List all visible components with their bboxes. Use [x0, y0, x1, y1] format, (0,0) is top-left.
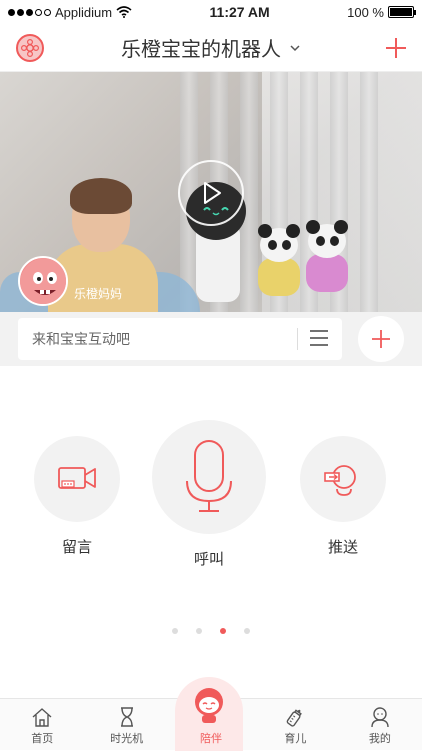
chevron-down-icon	[289, 42, 301, 54]
input-divider	[297, 328, 298, 350]
status-time: 11:27 AM	[210, 4, 270, 20]
tab-companion-label: 陪伴	[200, 730, 222, 746]
play-button[interactable]	[178, 160, 244, 226]
page-title: 乐橙宝宝的机器人	[121, 33, 281, 62]
menu-icon[interactable]	[310, 330, 328, 346]
tab-profile[interactable]: 我的	[338, 699, 422, 750]
battery-percent: 100 %	[347, 5, 384, 20]
page-dot[interactable]	[220, 628, 226, 634]
push-label: 推送	[300, 536, 386, 557]
tab-parenting-label: 育儿	[284, 730, 306, 746]
tab-bar: 首页 时光机 陪伴 育儿	[0, 698, 422, 750]
call-button[interactable]: 呼叫	[152, 420, 266, 569]
carrier-name: Applidium	[55, 5, 112, 20]
plus-icon[interactable]	[384, 36, 408, 60]
page-indicator	[0, 628, 422, 634]
page-dot[interactable]	[244, 628, 250, 634]
plus-icon	[370, 328, 392, 350]
status-left: Applidium	[8, 5, 132, 20]
robot-selector[interactable]: 乐橙宝宝的机器人	[121, 33, 301, 62]
curtain	[360, 72, 378, 312]
profile-icon	[369, 706, 391, 728]
tab-companion[interactable]: 陪伴	[169, 699, 253, 750]
page-dot[interactable]	[172, 628, 178, 634]
page-dot[interactable]	[196, 628, 202, 634]
leave-message-circle[interactable]	[34, 436, 120, 522]
push-circle[interactable]	[300, 436, 386, 522]
tab-home[interactable]: 首页	[0, 699, 84, 750]
message-input[interactable]	[32, 331, 282, 347]
battery-level-fill	[390, 8, 412, 16]
add-button[interactable]	[358, 316, 404, 362]
video-message-icon	[57, 464, 97, 494]
panda-toy	[254, 228, 304, 298]
message-input-container	[18, 318, 342, 360]
status-right: 100 %	[347, 5, 414, 20]
owner-name: 乐橙妈妈	[74, 285, 122, 302]
push-button[interactable]: 推送	[300, 436, 386, 557]
tab-profile-label: 我的	[369, 730, 391, 746]
message-bar	[0, 312, 422, 366]
panda-toy	[302, 224, 352, 294]
status-bar: Applidium 11:27 AM 100 %	[0, 0, 422, 24]
action-buttons: 留言 呼叫 推送	[0, 420, 422, 580]
nav-bar: 乐橙宝宝的机器人	[0, 24, 422, 72]
owner-info[interactable]: 乐橙妈妈	[18, 256, 122, 306]
signal-strength-icon	[8, 9, 51, 16]
leave-message-label: 留言	[34, 536, 120, 557]
microphone-icon	[183, 439, 235, 515]
hourglass-icon	[116, 706, 138, 728]
tab-time-machine[interactable]: 时光机	[84, 699, 168, 750]
tab-home-label: 首页	[31, 730, 53, 746]
companion-robot-icon	[189, 685, 229, 725]
call-circle[interactable]	[152, 420, 266, 534]
tab-time-machine-label: 时光机	[110, 730, 143, 746]
owner-avatar[interactable]	[18, 256, 68, 306]
tab-parenting[interactable]: 育儿	[253, 699, 337, 750]
battery-icon	[388, 6, 414, 18]
wifi-icon	[116, 6, 132, 18]
push-icon	[323, 459, 363, 499]
baby-bottle-icon	[284, 706, 306, 728]
call-label: 呼叫	[152, 548, 266, 569]
leave-message-button[interactable]: 留言	[34, 436, 120, 557]
flower-avatar-icon[interactable]	[16, 34, 44, 62]
home-icon	[31, 706, 53, 728]
play-icon	[198, 180, 224, 206]
